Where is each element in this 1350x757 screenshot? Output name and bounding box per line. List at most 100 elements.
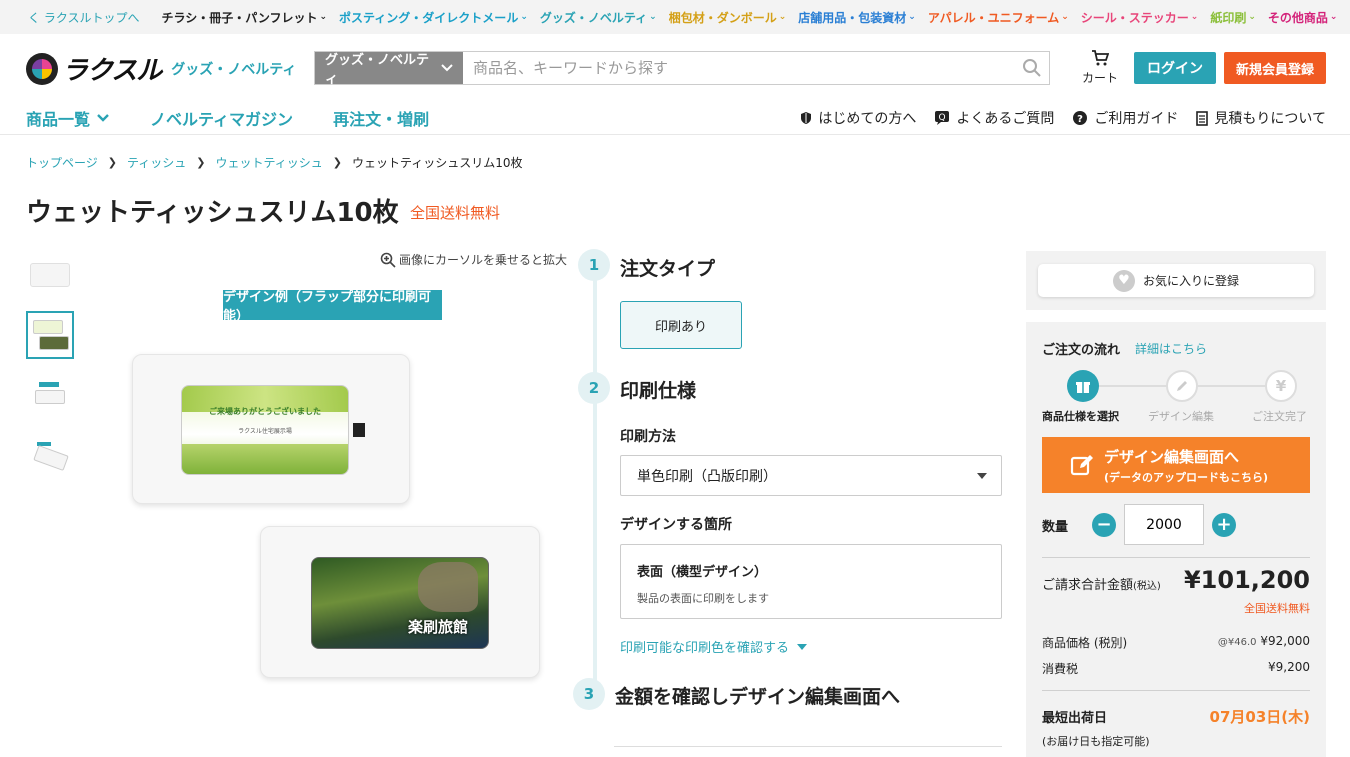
help-beginners-label: はじめての方へ [818,111,917,127]
total-label: ご請求合計金額(税込) [1042,574,1161,593]
design-area-option[interactable]: 表面（横型デザイン） 製品の表面に印刷をします [620,544,1002,619]
product-price-value: ¥92,000 [1260,634,1310,648]
design-area-desc: 製品の表面に印刷をします [637,592,769,605]
nav-product-list[interactable]: 商品一覧 [26,106,110,130]
breadcrumb-tissue[interactable]: ティッシュ [127,154,186,171]
category-link[interactable]: シール・ステッカー ⌄ [1081,9,1199,26]
step-1-title: 注文タイプ [620,258,716,280]
ship-date-value: 07月03日(木) [1209,708,1310,726]
flow-step-1-label: 商品仕様を選択 [1042,410,1119,423]
cart-label: カート [1081,71,1118,85]
signup-button[interactable]: 新規会員登録 [1224,52,1326,84]
step-3-number: 3 [573,678,605,710]
order-flow-details-link[interactable]: 詳細はこちら [1135,340,1207,357]
sample-1-subtext: ラクスル住宅展示場 [238,428,292,435]
design-button-sublabel: (データのアップロードもこちら) [1104,470,1269,484]
edit-icon [1070,455,1093,476]
search-category-value: グッズ・ノベルティ [325,53,430,87]
category-bar: く ラクスルトップへ チラシ・冊子・パンフレット ⌄ ポスティング・ダイレクトメール… [0,0,1350,34]
print-method-select[interactable]: 単色印刷（凸版印刷） [620,455,1002,496]
category-label: ポスティング・ダイレクトメール [339,10,519,25]
free-shipping-label: 全国送料無料 [410,204,501,222]
minus-icon[interactable]: − [1092,513,1116,537]
category-label: その他商品 [1267,10,1328,25]
help-nav: はじめての方へ Q よくあるご質問 ? ご利用ガイド 見積もりについて [782,108,1326,128]
chevron-down-icon: ⌄ [520,12,528,22]
favorite-label: お気に入りに登録 [1142,274,1239,288]
category-link[interactable]: 梱包材・ダンボール ⌄ [669,9,787,26]
sample-2-text: 楽刷旅館 [408,618,469,636]
category-link[interactable]: その他商品 ⌄ [1268,9,1338,26]
print-method-value: 単色印刷（凸版印刷） [637,468,777,485]
nav-novelty-magazine[interactable]: ノベルティマガジン [150,106,293,130]
category-link[interactable]: ポスティング・ダイレクトメール ⌄ [339,9,528,26]
chevron-down-icon: ⌄ [908,12,916,22]
zoom-hint-label: 画像にカーソルを乗せると拡大 [399,253,568,267]
design-editor-button[interactable]: デザイン編集画面へ (データのアップロードもこちら) [1042,437,1310,493]
gift-icon [1067,370,1099,402]
print-colors-link[interactable]: 印刷可能な印刷色を確認する [620,637,808,656]
breadcrumb-wet-tissue[interactable]: ウェットティッシュ [215,154,322,171]
search-icon[interactable] [1015,52,1049,84]
site-logo[interactable]: ラクスル グッズ・ノベルティ [26,50,296,87]
category-label: アパレル・ユニフォーム [927,10,1060,25]
back-to-top-link[interactable]: く ラクスルトップへ [28,9,139,26]
category-link[interactable]: アパレル・ユニフォーム ⌄ [928,9,1069,26]
step-2-title: 印刷仕様 [620,380,697,402]
chevron-down-icon [441,64,453,72]
total-label-text: ご請求合計金額 [1042,578,1134,593]
help-beginners-link[interactable]: はじめての方へ [800,108,916,128]
breadcrumb: トップページ ❯ ティッシュ ❯ ウェットティッシュ ❯ ウェットティッシュスリ… [26,154,523,171]
main-nav: 商品一覧 ノベルティマガジン 再注文・増刷 [26,106,469,130]
thumbnail-2[interactable] [26,311,74,359]
thumbnail-1[interactable] [26,251,74,299]
help-faq-label: よくあるご質問 [956,111,1055,127]
chevron-right-icon: ❯ [196,156,206,169]
cart-button[interactable]: カート [1078,50,1122,86]
product-price: @¥46.0 ¥92,000 [1218,634,1310,648]
print-colors-label: 印刷可能な印刷色を確認する [620,641,790,656]
favorite-button[interactable]: ♥ お気に入りに登録 [1038,264,1314,297]
help-faq-link[interactable]: Q よくあるご質問 [934,108,1054,128]
search-input[interactable] [463,52,1015,84]
chevron-down-icon: ⌄ [1329,12,1338,22]
plus-icon[interactable]: + [1212,513,1236,537]
thumbnail-4[interactable] [26,431,74,479]
breadcrumb-top[interactable]: トップページ [26,154,98,171]
nav-product-list-label: 商品一覧 [26,110,91,129]
step-3-title: 金額を確認しデザイン編集画面へ [615,686,901,708]
price-divider [1042,557,1310,558]
logo-text: ラクスル [62,56,162,86]
category-link[interactable]: グッズ・ノベルティ ⌄ [540,9,657,26]
pencil-icon [1166,370,1198,402]
category-link[interactable]: 紙印刷 ⌄ [1210,9,1256,26]
search-category-select[interactable]: グッズ・ノベルティ [315,52,463,87]
sample-1-heading: ご来場ありがとうございました [209,407,321,416]
category-link[interactable]: 店舗用品・包装資材 ⌄ [798,9,916,26]
svg-text:Q: Q [939,113,946,123]
quantity-input[interactable] [1124,504,1204,545]
quantity-label: 数量 [1042,520,1069,535]
thumbnail-image [30,263,70,287]
category-link[interactable]: チラシ・冊子・パンフレット ⌄ [161,9,327,26]
order-type-print-option[interactable]: 印刷あり [620,301,742,349]
chevron-down-icon: ⌄ [1248,12,1256,22]
ship-date-note: (お届け日も指定可能) [1042,735,1150,748]
nav-reorder[interactable]: 再注文・増刷 [333,106,429,130]
total-free-shipping: 全国送料無料 [1244,602,1310,615]
help-estimate-link[interactable]: 見積もりについて [1196,108,1326,128]
flap-design-1: ご来場ありがとうございました ラクスル住宅展示場 [181,385,349,475]
logo-mark-icon [26,52,58,85]
thumbnail-image [31,378,69,412]
thumbnail-image [31,438,69,472]
header-divider [0,134,1350,135]
heart-icon: ♥ [1112,269,1135,292]
ship-date-label: 最短出荷日 [1042,711,1108,726]
help-estimate-label: 見積もりについて [1214,111,1326,127]
help-guide-link[interactable]: ? ご利用ガイド [1072,108,1178,128]
thumbnail-3[interactable] [26,371,74,419]
login-button[interactable]: ログイン [1134,52,1216,84]
zoom-hint: 画像にカーソルを乗せると拡大 [380,251,567,268]
help-circle-icon: ? [1072,110,1088,126]
chevron-down-icon: ⌄ [319,12,328,22]
